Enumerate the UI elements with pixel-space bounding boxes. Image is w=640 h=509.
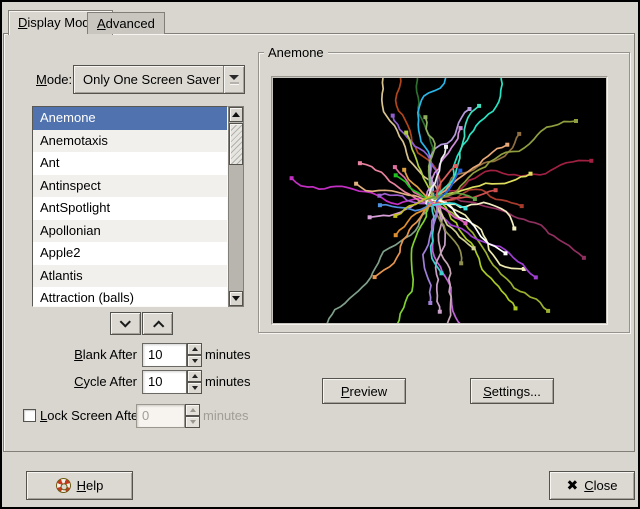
preview-button[interactable]: Preview — [322, 378, 406, 404]
screensaver-list[interactable]: AnemoneAnemotaxisAntAntinspectAntSpotlig… — [32, 106, 228, 307]
spin-up-button[interactable] — [187, 343, 202, 355]
cycle-after-spinner — [187, 370, 202, 394]
lock-after-unit: minutes — [203, 404, 249, 428]
mode-label: Mode: — [36, 68, 72, 92]
preview-area — [271, 76, 608, 325]
list-item[interactable]: Apollonian — [33, 220, 227, 243]
arrow-up-icon — [232, 112, 240, 117]
list-item[interactable]: Attraction (balls) — [33, 287, 227, 307]
list-item[interactable]: Antinspect — [33, 175, 227, 198]
dropdown-arrow-icon — [223, 66, 244, 93]
help-button[interactable]: Help — [26, 471, 133, 500]
list-scrollbar[interactable] — [228, 106, 244, 307]
preview-button-label: Preview — [341, 384, 387, 399]
list-item[interactable]: AntSpotlight — [33, 197, 227, 220]
chevron-up-icon — [153, 320, 164, 331]
scroll-up-button[interactable] — [229, 107, 243, 122]
blank-after-label: Blank After — [32, 343, 137, 367]
lock-after-spinner — [185, 404, 200, 428]
lock-after-input: 0 — [136, 404, 185, 428]
preview-frame-title: Anemone — [264, 45, 328, 60]
anemone-preview-image — [273, 78, 606, 323]
help-button-label: Help — [77, 478, 104, 493]
cycle-after-unit: minutes — [205, 370, 251, 394]
cycle-after-input[interactable]: 10 — [142, 370, 187, 394]
list-item[interactable]: Anemone — [33, 107, 227, 130]
blank-after-unit: minutes — [205, 343, 251, 367]
cycle-after-label: Cycle After — [32, 370, 137, 394]
list-item[interactable]: Anemotaxis — [33, 130, 227, 153]
close-button-label: Close — [584, 478, 617, 493]
spin-up-button — [185, 404, 200, 416]
spin-down-button[interactable] — [187, 382, 202, 394]
chevron-down-icon — [119, 316, 130, 327]
blank-after-spinner — [187, 343, 202, 367]
mode-dropdown[interactable]: Only One Screen Saver — [73, 65, 245, 94]
scrollbar-thumb[interactable] — [229, 123, 243, 165]
close-x-icon: ✖ — [567, 477, 579, 494]
list-item[interactable]: Atlantis — [33, 265, 227, 288]
lifebuoy-icon — [53, 476, 73, 496]
blank-after-input[interactable]: 10 — [142, 343, 187, 367]
arrow-down-icon — [232, 296, 240, 301]
list-item[interactable]: Ant — [33, 152, 227, 175]
settings-button[interactable]: Settings... — [470, 378, 554, 404]
spin-down-button[interactable] — [187, 355, 202, 367]
mode-dropdown-value: Only One Screen Saver — [83, 72, 220, 87]
lock-screen-checkbox[interactable] — [23, 409, 36, 422]
tab-advanced[interactable]: Advanced — [87, 12, 165, 34]
close-button[interactable]: ✖ Close — [549, 471, 635, 500]
settings-button-label: Settings... — [483, 384, 541, 399]
spin-down-button — [185, 416, 200, 428]
move-down-button[interactable] — [110, 312, 141, 335]
spin-up-button[interactable] — [187, 370, 202, 382]
scroll-down-button[interactable] — [229, 291, 243, 306]
lock-screen-label: Lock Screen After — [40, 404, 143, 428]
move-up-button[interactable] — [142, 312, 173, 335]
list-item[interactable]: Apple2 — [33, 242, 227, 265]
xscreensaver-preferences-window: Display Modes Advanced Mode: Only One Sc… — [0, 0, 640, 509]
dialog-root: Display Modes Advanced Mode: Only One Sc… — [2, 2, 638, 507]
